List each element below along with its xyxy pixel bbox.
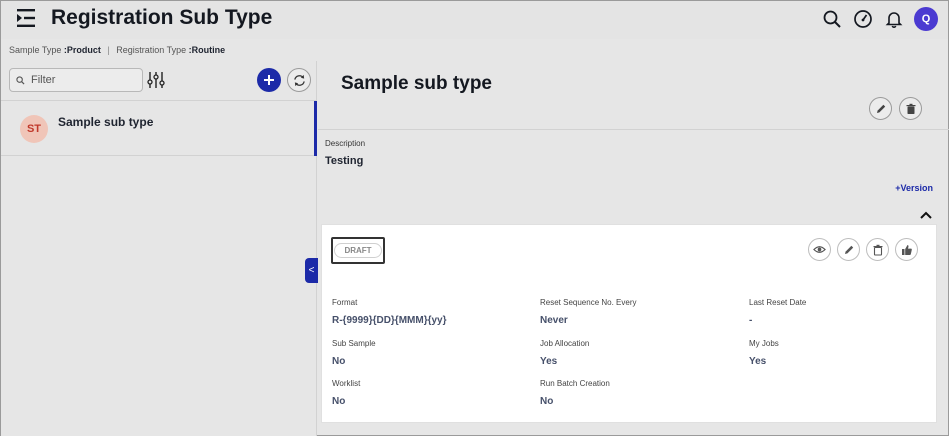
plus-icon bbox=[264, 75, 274, 85]
description-value: Testing bbox=[325, 155, 364, 167]
speedometer-icon[interactable] bbox=[852, 8, 874, 30]
list-item-label: Sample sub type bbox=[58, 115, 154, 129]
search-icon[interactable] bbox=[821, 8, 843, 30]
sub-sample-label: Sub Sample bbox=[332, 339, 376, 348]
filter-settings-icon[interactable] bbox=[147, 71, 165, 89]
reset-sequence-label: Reset Sequence No. Every bbox=[540, 298, 637, 307]
sidebar: ST Sample sub type bbox=[1, 61, 317, 436]
pencil-icon bbox=[876, 104, 885, 113]
version-card: DRAFT Format R-{9999}{DD}{MMM}{yy} Reset… bbox=[321, 224, 937, 423]
top-bar: Registration Sub Type Q bbox=[1, 1, 948, 39]
worklist-value: No bbox=[332, 396, 346, 407]
list-item[interactable]: ST Sample sub type bbox=[1, 101, 317, 156]
worklist-label: Worklist bbox=[332, 379, 361, 388]
breadcrumb: Sample Type :Product | Registration Type… bbox=[9, 45, 225, 55]
status-badge-frame: DRAFT bbox=[331, 237, 385, 264]
delete-button[interactable] bbox=[899, 97, 922, 120]
app-window: Registration Sub Type Q Sample Type :Pro… bbox=[0, 0, 949, 436]
registration-type-label: Registration Type bbox=[116, 45, 187, 55]
card-edit-button[interactable] bbox=[837, 238, 860, 261]
filter-box bbox=[9, 68, 143, 92]
detail-title: Sample sub type bbox=[341, 73, 492, 94]
pencil-icon bbox=[844, 245, 853, 254]
bell-icon[interactable] bbox=[883, 8, 905, 30]
trash-icon bbox=[873, 244, 882, 256]
refresh-icon bbox=[293, 74, 305, 86]
chevron-up-icon[interactable] bbox=[919, 209, 933, 221]
job-allocation-label: Job Allocation bbox=[540, 339, 590, 348]
description-label: Description bbox=[325, 139, 366, 148]
view-button[interactable] bbox=[808, 238, 831, 261]
add-version-button[interactable]: +Version bbox=[895, 183, 933, 193]
job-allocation-value: Yes bbox=[540, 356, 558, 367]
eye-icon bbox=[813, 246, 826, 253]
header-divider bbox=[318, 129, 949, 130]
run-batch-creation-label: Run Batch Creation bbox=[540, 379, 610, 388]
detail-pane: Sample sub type Description Testing +Ver… bbox=[318, 61, 949, 436]
header-actions: Q bbox=[821, 7, 938, 31]
user-avatar[interactable]: Q bbox=[914, 7, 938, 31]
reset-sequence-value: Never bbox=[540, 315, 568, 326]
filter-input[interactable] bbox=[31, 74, 131, 86]
my-jobs-label: My Jobs bbox=[749, 339, 779, 348]
edit-button[interactable] bbox=[869, 97, 892, 120]
menu-icon[interactable] bbox=[15, 8, 37, 28]
refresh-button[interactable] bbox=[287, 68, 311, 92]
page-title: Registration Sub Type bbox=[51, 6, 273, 29]
breadcrumb-separator: | bbox=[107, 45, 110, 55]
approve-button[interactable] bbox=[895, 238, 918, 261]
my-jobs-value: Yes bbox=[749, 356, 767, 367]
last-reset-date-value: - bbox=[749, 315, 753, 326]
sample-type-value: :Product bbox=[63, 45, 101, 55]
add-button[interactable] bbox=[257, 68, 281, 92]
selection-indicator bbox=[314, 101, 317, 156]
search-icon bbox=[16, 75, 25, 85]
status-badge: DRAFT bbox=[334, 243, 382, 258]
format-label: Format bbox=[332, 298, 358, 307]
card-delete-button[interactable] bbox=[866, 238, 889, 261]
trash-icon bbox=[906, 103, 915, 114]
format-value: R-{9999}{DD}{MMM}{yy} bbox=[332, 315, 447, 326]
item-avatar: ST bbox=[20, 115, 48, 143]
thumbs-up-icon bbox=[901, 244, 912, 255]
last-reset-date-label: Last Reset Date bbox=[749, 298, 807, 307]
collapse-sidebar-button[interactable]: < bbox=[305, 258, 318, 283]
sample-type-label: Sample Type bbox=[9, 45, 62, 55]
registration-type-value: :Routine bbox=[188, 45, 226, 55]
run-batch-creation-value: No bbox=[540, 396, 554, 407]
sub-sample-value: No bbox=[332, 356, 346, 367]
